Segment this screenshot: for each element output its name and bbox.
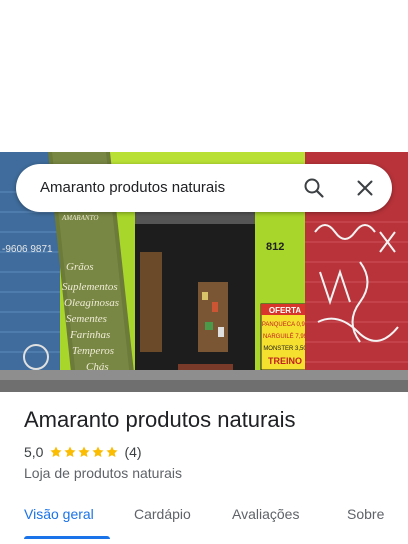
search-bar[interactable]: Amaranto produtos naturais — [16, 164, 392, 212]
star-icon — [106, 446, 119, 458]
tab-bar: Visão geral Cardápio Avaliações Sobre — [0, 496, 408, 544]
search-icon[interactable] — [302, 176, 326, 200]
store-number: 812 — [266, 241, 284, 253]
star-icon — [64, 446, 77, 458]
offer-line-1: PANQUECA 0,99 — [262, 322, 309, 328]
tab-overview[interactable]: Visão geral — [24, 496, 94, 532]
banner-line-2: Suplementos — [62, 281, 118, 293]
offer-line-4: TREINO — [268, 356, 302, 366]
offer-line-2: NARGUILÉ 7,99 — [263, 333, 308, 340]
tab-reviews[interactable]: Avaliações — [232, 496, 299, 532]
tab-about[interactable]: Sobre — [347, 496, 384, 532]
rating-row[interactable]: 5,0 (4) — [24, 443, 142, 461]
left-phone-text: -9606 9871 — [2, 244, 53, 255]
star-icon — [50, 446, 63, 458]
star-icon — [78, 446, 91, 458]
place-title: Amaranto produtos naturais — [24, 407, 296, 432]
rating-stars — [49, 445, 119, 459]
banner-line-3: Oleaginosas — [64, 297, 119, 309]
rating-value: 5,0 — [24, 444, 44, 460]
banner-line-6: Temperos — [72, 345, 114, 357]
star-icon — [92, 446, 105, 458]
review-count[interactable]: (4) — [124, 444, 141, 460]
offer-sign-header: OFERTA — [269, 306, 302, 315]
search-query[interactable]: Amaranto produtos naturais — [40, 164, 225, 212]
banner-brand: AMARANTO — [61, 214, 98, 222]
banner-line-1: Grãos — [66, 261, 94, 273]
banner-line-5: Farinhas — [69, 329, 110, 341]
banner-line-4: Sementes — [66, 313, 107, 325]
tab-menu[interactable]: Cardápio — [134, 496, 191, 532]
offer-line-3: MONSTER 3,50 — [263, 346, 307, 352]
close-icon[interactable] — [353, 176, 377, 200]
active-tab-indicator — [24, 536, 110, 539]
place-category[interactable]: Loja de produtos naturais — [24, 465, 182, 481]
